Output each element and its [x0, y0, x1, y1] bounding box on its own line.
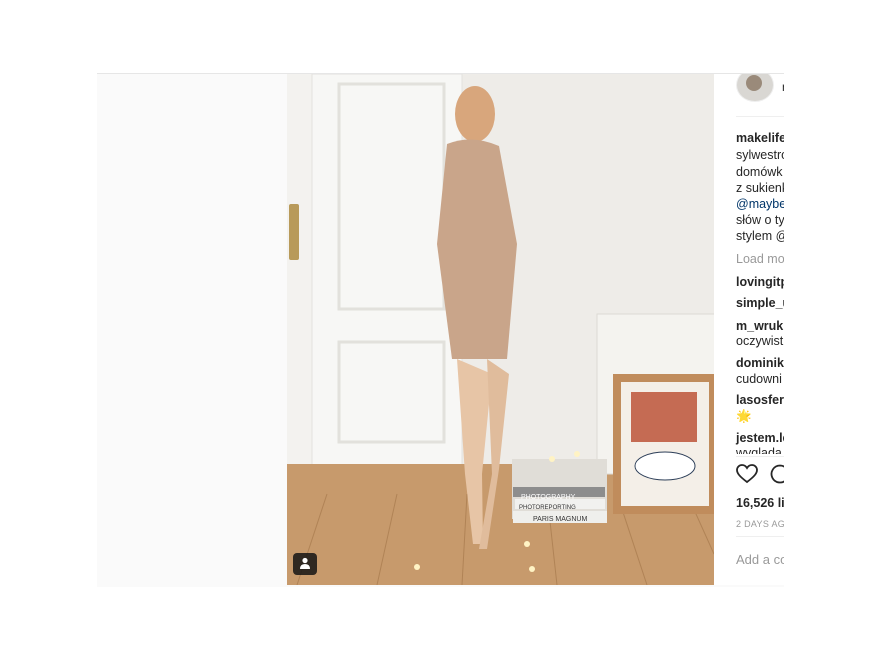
- user-tag-button[interactable]: [293, 553, 317, 575]
- comment-username[interactable]: jestem.le: [736, 430, 784, 446]
- caption-line: stylem @: [736, 229, 784, 243]
- book-label-3: PARIS MAGNUM: [533, 516, 587, 523]
- timestamp: 2 DAYS AGO: [736, 519, 784, 529]
- divider: [736, 536, 784, 537]
- comment-username[interactable]: dominik: [736, 355, 784, 371]
- load-more-link[interactable]: Load mo: [736, 251, 784, 267]
- comment-icon[interactable]: [770, 464, 784, 484]
- divider: [736, 116, 784, 117]
- caption-line: słów o ty: [736, 213, 784, 227]
- book-label-1: PHOTOGRAPHY: [521, 494, 576, 501]
- caption-username[interactable]: makelife: [736, 130, 784, 146]
- header-username[interactable]: m: [782, 80, 784, 94]
- comment-username[interactable]: lasosfera: [736, 392, 784, 408]
- book-label-2: PHOTOREPORTING: [519, 505, 576, 511]
- comment-username[interactable]: m_wruk: [736, 318, 783, 334]
- comment-username[interactable]: simple_u: [736, 295, 784, 311]
- caption-line: domówk: [736, 165, 783, 179]
- add-comment-input[interactable]: Add a co: [736, 552, 784, 568]
- heart-icon[interactable]: [736, 464, 758, 484]
- caption-line: z sukienk: [736, 181, 784, 195]
- user-tag-icon: [300, 557, 310, 569]
- comment-text: cudowni: [736, 372, 782, 386]
- comment-text: wygląda: [736, 446, 782, 454]
- caption-mention[interactable]: @maybe: [736, 196, 784, 212]
- likes-count[interactable]: 16,526 lik: [736, 495, 784, 511]
- post-sidebar: m makelife sylwestro domówk z sukienk @m…: [714, 74, 784, 585]
- photo-illustration: PHOTOGRAPHY PHOTOREPORTING PARIS MAGNUM: [287, 74, 714, 585]
- comment-emoji: 🌟: [736, 409, 752, 423]
- comment-username[interactable]: lovingitp: [736, 274, 784, 290]
- comment-text: oczywist: [736, 334, 784, 348]
- divider: [736, 456, 784, 457]
- avatar[interactable]: [736, 74, 774, 102]
- caption-line: sylwestro: [736, 148, 784, 162]
- post-photo[interactable]: PHOTOGRAPHY PHOTOREPORTING PARIS MAGNUM: [287, 74, 714, 585]
